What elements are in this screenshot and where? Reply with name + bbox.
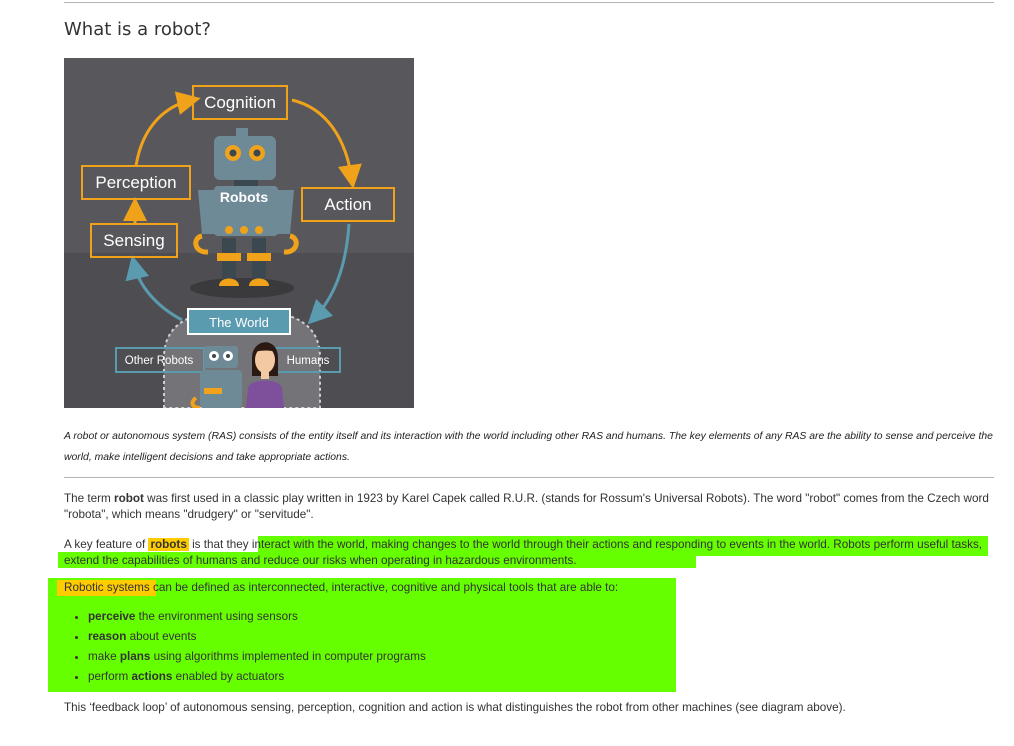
section-divider — [64, 477, 994, 478]
bold-term-robot: robot — [114, 492, 144, 505]
paragraph-key-feature: A key feature of robots is that they int… — [64, 538, 983, 567]
other-robots-label: Other Robots — [125, 355, 194, 367]
robot-diagram-figure: Cognition Perception Sensing Action Robo… — [64, 58, 414, 408]
action-label: Action — [324, 195, 371, 214]
list-item: perceive the environment using sensors — [88, 607, 426, 627]
paragraph-definition: Robotic systems can be defined as interc… — [64, 581, 619, 594]
highlighted-robotic-systems: Robotic systems — [64, 581, 150, 594]
top-divider — [64, 2, 994, 3]
figure-caption: A robot or autonomous system (RAS) consi… — [64, 431, 993, 463]
list-item: reason about events — [88, 627, 426, 647]
humans-label: Humans — [287, 355, 330, 367]
sensing-label: Sensing — [103, 231, 164, 250]
paragraph-feedback-loop: This ‘feedback loop’ of autonomous sensi… — [64, 701, 846, 714]
cognition-label: Cognition — [204, 93, 276, 112]
list-item: perform actions enabled by actuators — [88, 667, 426, 687]
highlighted-robots: robots — [148, 538, 189, 551]
perception-label: Perception — [95, 173, 176, 192]
world-label: The World — [209, 315, 269, 330]
page-title: What is a robot? — [64, 19, 211, 40]
capabilities-list: perceive the environment using sensors r… — [64, 607, 426, 687]
list-item: make plans using algorithms implemented … — [88, 647, 426, 667]
robots-label: Robots — [220, 189, 268, 205]
paragraph-etymology: The term robot was first used in a class… — [64, 492, 989, 521]
